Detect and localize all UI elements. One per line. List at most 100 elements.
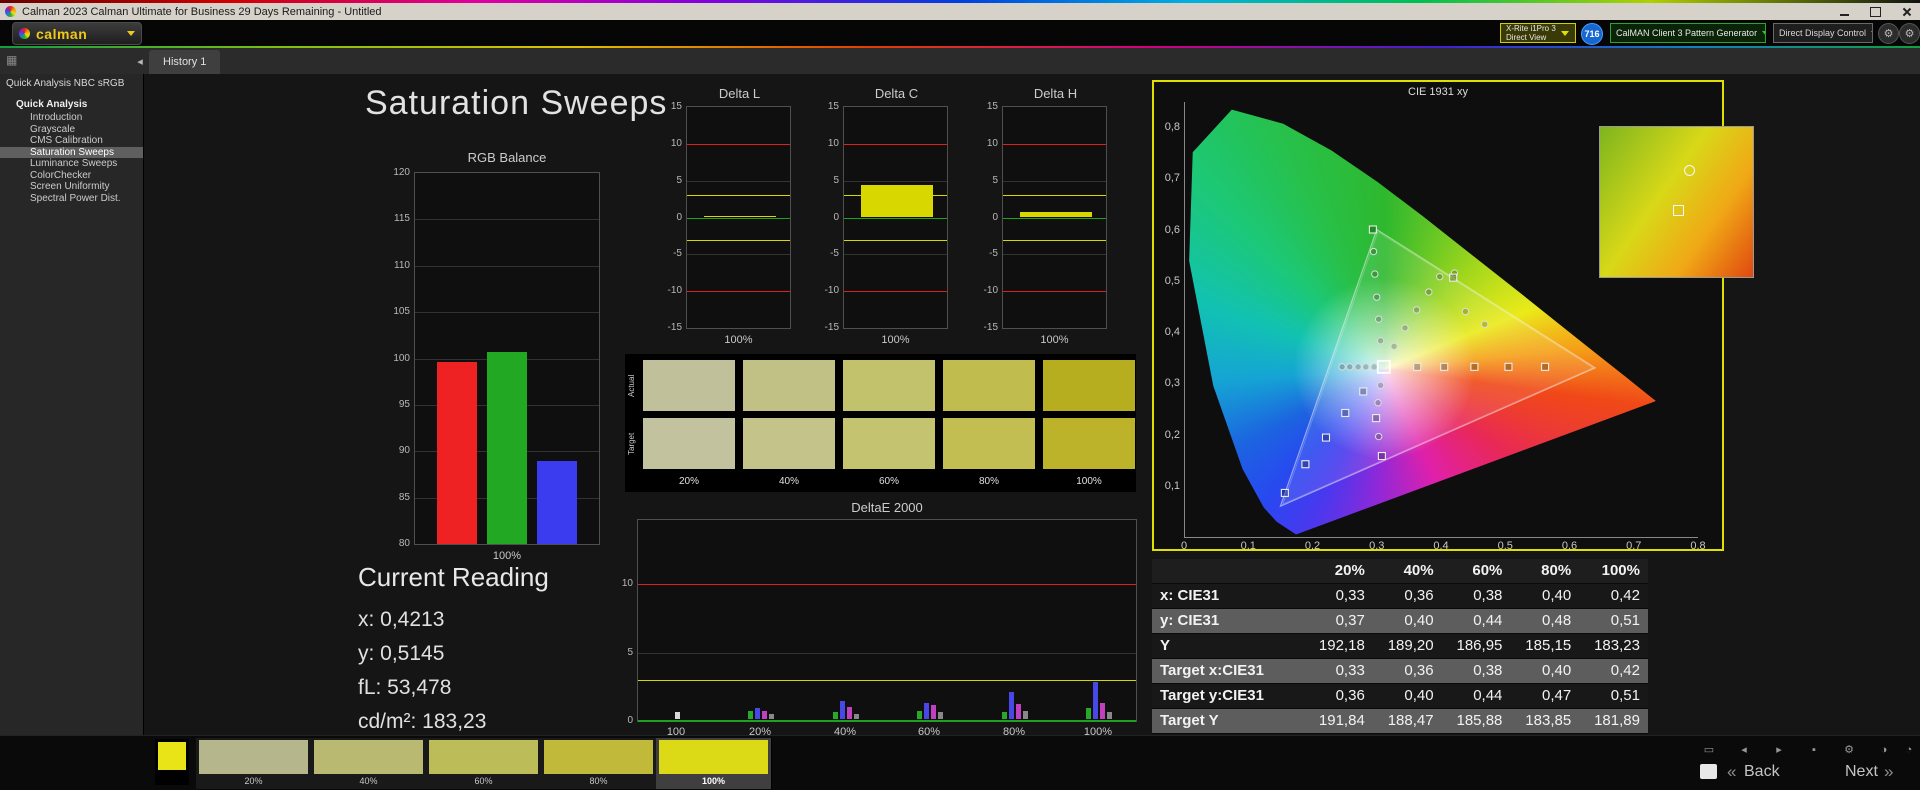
table-header-cell: 20% xyxy=(1304,559,1373,584)
levels-icon[interactable]: ◔ xyxy=(1898,741,1920,758)
target-swatch-60% xyxy=(843,418,935,469)
bottom-swatch-40%[interactable]: 40% xyxy=(311,738,427,789)
bottom-swatch-20%[interactable]: 20% xyxy=(196,738,312,789)
chevron-down-icon xyxy=(127,31,135,36)
sidebar-item-introduction[interactable]: Introduction xyxy=(0,112,143,124)
pattern-generator-dropdown[interactable]: CalMAN Client 3 Pattern Generator xyxy=(1610,23,1766,43)
cie-measured-point xyxy=(1371,270,1379,278)
workspace-icon[interactable]: ▦ xyxy=(6,53,17,67)
pattern-preview-tile[interactable] xyxy=(155,739,189,785)
cie-x-tick: 0,3 xyxy=(1369,540,1385,552)
cie-measured-point xyxy=(1346,363,1354,371)
table-value-cell: 0,38 xyxy=(1441,659,1511,684)
swatch-col-label: 40% xyxy=(778,476,799,487)
swatch-col-label: 20% xyxy=(678,476,699,487)
page-title: Saturation Sweeps xyxy=(365,84,668,122)
next-button[interactable]: Next xyxy=(1845,763,1878,781)
back-button[interactable]: Back xyxy=(1744,763,1780,781)
display-control-dropdown[interactable]: Direct Display Control xyxy=(1773,23,1873,43)
bottom-swatch-label: 80% xyxy=(589,776,608,786)
bottom-swatch-100%[interactable]: 100% xyxy=(656,738,772,789)
sidebar-item-colorchecker[interactable]: ColorChecker xyxy=(0,170,143,182)
table-row-label-target-y-cie31: Target y:CIE31 xyxy=(1152,684,1304,709)
calman-logo-text: calman xyxy=(36,25,88,42)
sidebar-item-spectral-power-dist[interactable]: Spectral Power Dist. xyxy=(0,193,143,205)
display-icon[interactable]: ▭ xyxy=(1698,741,1720,758)
table-value-cell: 188,47 xyxy=(1372,709,1442,734)
sidebar-root-node[interactable]: Quick Analysis xyxy=(0,97,143,112)
delta-bar xyxy=(703,216,776,218)
cie-measured-point xyxy=(1376,337,1385,345)
table-value-cell: 0,44 xyxy=(1441,684,1511,709)
deltae-bar xyxy=(1016,703,1021,719)
cie-y-tick: 0,8 xyxy=(1164,121,1180,133)
bottom-swatch-80%[interactable]: 80% xyxy=(541,738,657,789)
sidebar: Quick Analysis NBC sRGB Quick Analysis I… xyxy=(0,74,144,735)
limit-line xyxy=(844,291,947,293)
deltae-title: DeltaE 2000 xyxy=(851,500,923,515)
zero-line xyxy=(1003,217,1106,219)
minimize-button[interactable] xyxy=(1834,5,1854,18)
actual-swatch-20% xyxy=(643,360,735,411)
table-value-cell: 0,36 xyxy=(1304,684,1373,709)
table-header-cell: 100% xyxy=(1579,559,1648,584)
play-icon[interactable]: ▸ xyxy=(1768,741,1790,758)
tab-history-1[interactable]: History 1 xyxy=(149,50,221,74)
table-value-cell: 0,37 xyxy=(1304,609,1373,634)
prev-icon[interactable]: ◂ xyxy=(1733,741,1755,758)
sidebar-item-grayscale[interactable]: Grayscale xyxy=(0,124,143,136)
table-value-cell: 0,42 xyxy=(1579,584,1648,609)
cie-measured-point xyxy=(1374,432,1383,441)
cie-x-tick: 0,7 xyxy=(1626,540,1642,552)
toolbar: calman X-Rite i1Pro 3 Direct View 716 Ca… xyxy=(0,20,1920,46)
cie-y-tick: 0,3 xyxy=(1164,377,1180,390)
settings-gear-icon[interactable]: ⚙ xyxy=(1878,23,1899,44)
meter-status-badge[interactable]: 716 xyxy=(1581,23,1603,45)
cie-x-tick: 0,1 xyxy=(1240,540,1256,552)
tolerance-line xyxy=(687,239,790,241)
sidebar-item-luminance-sweeps[interactable]: Luminance Sweeps xyxy=(0,158,143,170)
meter-dropdown[interactable]: X-Rite i1Pro 3 Direct View xyxy=(1500,23,1576,43)
pattern-window-button[interactable] xyxy=(1700,764,1717,779)
table-value-cell: 0,33 xyxy=(1304,584,1373,609)
cie-target-point xyxy=(1280,488,1289,497)
target-swatch-80% xyxy=(943,418,1035,469)
sidebar-item-cms-calibration[interactable]: CMS Calibration xyxy=(0,135,143,147)
record-icon[interactable]: ▪ xyxy=(1803,741,1825,758)
table-value-cell: 192,18 xyxy=(1304,634,1373,659)
sidebar-item-screen-uniformity[interactable]: Screen Uniformity xyxy=(0,181,143,193)
tolerance-line xyxy=(638,679,1136,681)
sidebar-item-saturation-sweeps[interactable]: Saturation Sweeps xyxy=(0,146,143,158)
bottom-swatch-60%[interactable]: 60% xyxy=(426,738,542,789)
table-value-cell: 0,48 xyxy=(1510,609,1580,634)
settings-gear-icon[interactable]: ⚙ xyxy=(1838,741,1860,758)
deltae-bar xyxy=(847,706,852,719)
table-value-cell: 0,36 xyxy=(1372,584,1442,609)
maximize-button[interactable] xyxy=(1865,5,1885,18)
table-value-cell: 0,44 xyxy=(1441,609,1511,634)
cie-target-point xyxy=(1368,225,1377,234)
actual-target-swatch-grid: Actual Target 20% 40% 60% 80% 100% xyxy=(625,354,1136,492)
cie-plot xyxy=(1184,102,1754,547)
swatch-col-label: 60% xyxy=(878,476,899,487)
table-row-label-target-x-cie31: Target x:CIE31 xyxy=(1152,659,1304,684)
calman-menu-button[interactable]: calman xyxy=(12,22,142,45)
table-value-cell: 0,38 xyxy=(1441,584,1511,609)
bottom-swatch-label: 20% xyxy=(244,776,263,786)
contrast-icon[interactable]: ◑ xyxy=(1873,741,1895,758)
cie-1931-panel[interactable]: CIE 1931 xy 0 0,1 0,2 0,3 0,4 0,5 0,6 0,7 0,8 0,1… xyxy=(1152,80,1754,552)
next-chevrons-icon[interactable]: » xyxy=(1884,762,1893,782)
cie-target-point xyxy=(1449,273,1458,282)
cie-measured-point xyxy=(1370,363,1378,371)
deltae-bar xyxy=(674,712,680,719)
close-button[interactable] xyxy=(1896,5,1916,18)
sidebar-collapse-button[interactable]: ◂ xyxy=(133,52,147,70)
cie-measured-point xyxy=(1401,324,1409,332)
delta-chart-delta-l: Delta L 15 10 5 0 -5 -10 -15 100% xyxy=(660,86,793,350)
table-row-label-y: Y xyxy=(1152,634,1304,659)
workflow-gear-icon[interactable]: ⚙ xyxy=(1899,23,1920,44)
tolerance-line xyxy=(687,195,790,197)
bottom-swatch-color xyxy=(429,740,538,774)
back-chevrons-icon[interactable]: « xyxy=(1727,762,1736,782)
tolerance-line xyxy=(1003,195,1106,197)
